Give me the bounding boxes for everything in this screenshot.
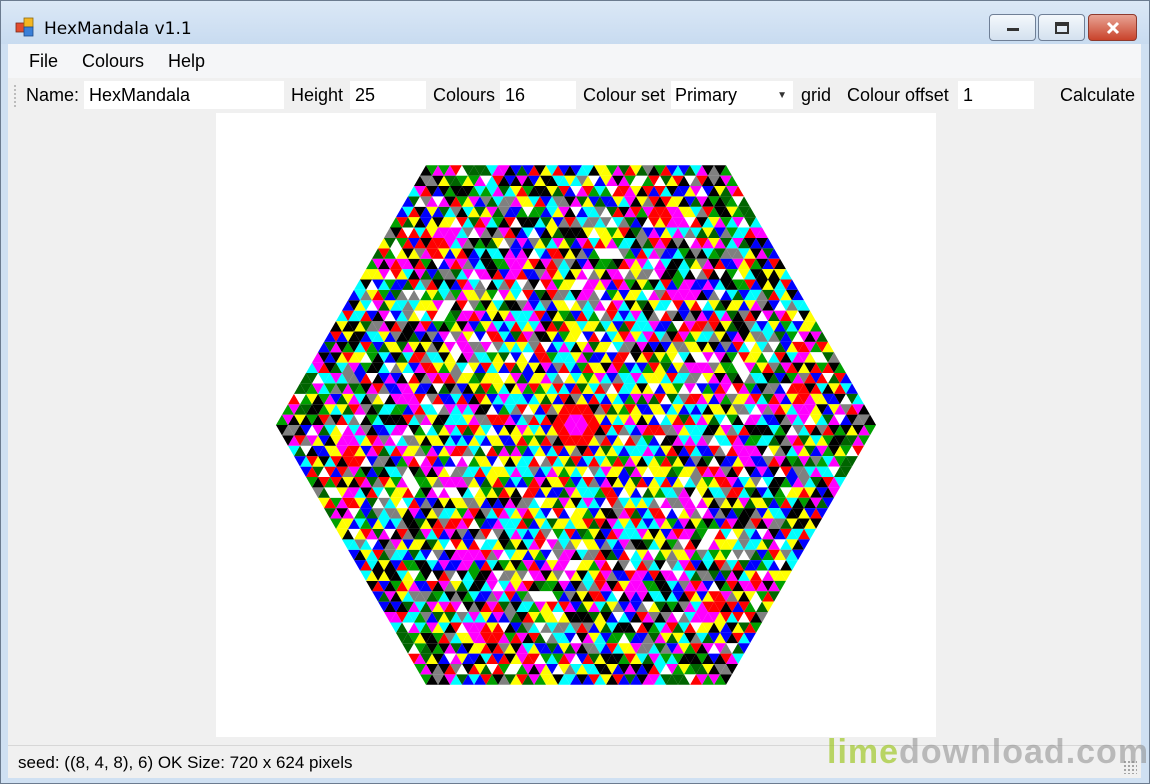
grid-label[interactable]: grid <box>801 84 831 106</box>
name-input[interactable]: HexMandala <box>84 81 284 109</box>
height-input[interactable]: 25 <box>350 81 426 109</box>
menu-help[interactable]: Help <box>156 44 217 78</box>
name-label: Name: <box>26 85 80 105</box>
calculate-button[interactable]: Calculate <box>1060 84 1135 106</box>
watermark: limedownload.com <box>827 733 1149 772</box>
client-area: File Colours Help Name: HexMandala Heigh… <box>8 44 1141 778</box>
app-icon <box>15 17 34 37</box>
colour-set-select[interactable]: Primary ▼ <box>671 81 793 109</box>
colour-offset-input[interactable]: 1 <box>958 81 1034 109</box>
colour-set-label: Colour set <box>583 85 666 105</box>
toolbar-grip-icon[interactable] <box>14 84 16 108</box>
colour-set-value: Primary <box>675 85 737 105</box>
mandala-canvas <box>216 113 936 737</box>
watermark-download: download.com <box>899 733 1150 771</box>
maximize-button[interactable] <box>1038 14 1085 41</box>
title-bar[interactable]: HexMandala v1.1 <box>1 1 1149 44</box>
close-button[interactable] <box>1088 14 1137 41</box>
toolbar: Name: HexMandala Height 25 Colours 16 Co… <box>8 78 1141 113</box>
maximize-icon <box>1054 21 1069 34</box>
colours-input[interactable]: 16 <box>500 81 576 109</box>
colour-offset-label: Colour offset <box>847 85 949 105</box>
hex-mandala-image <box>276 165 876 685</box>
menu-file[interactable]: File <box>8 44 70 78</box>
watermark-lime: lime <box>827 733 900 771</box>
colours-label: Colours <box>433 85 496 105</box>
app-window: HexMandala v1.1 File Colours Help Name: … <box>0 0 1150 784</box>
menu-colours[interactable]: Colours <box>70 44 156 78</box>
menu-bar: File Colours Help <box>8 44 1141 78</box>
dropdown-arrow-icon: ▼ <box>777 90 787 101</box>
window-title: HexMandala v1.1 <box>44 19 192 39</box>
status-text: seed: ((8, 4, 8), 6) OK Size: 720 x 624 … <box>18 753 353 772</box>
minimize-icon <box>1006 27 1019 31</box>
height-label: Height <box>291 85 344 105</box>
close-icon <box>1106 21 1119 34</box>
minimize-button[interactable] <box>989 14 1036 41</box>
